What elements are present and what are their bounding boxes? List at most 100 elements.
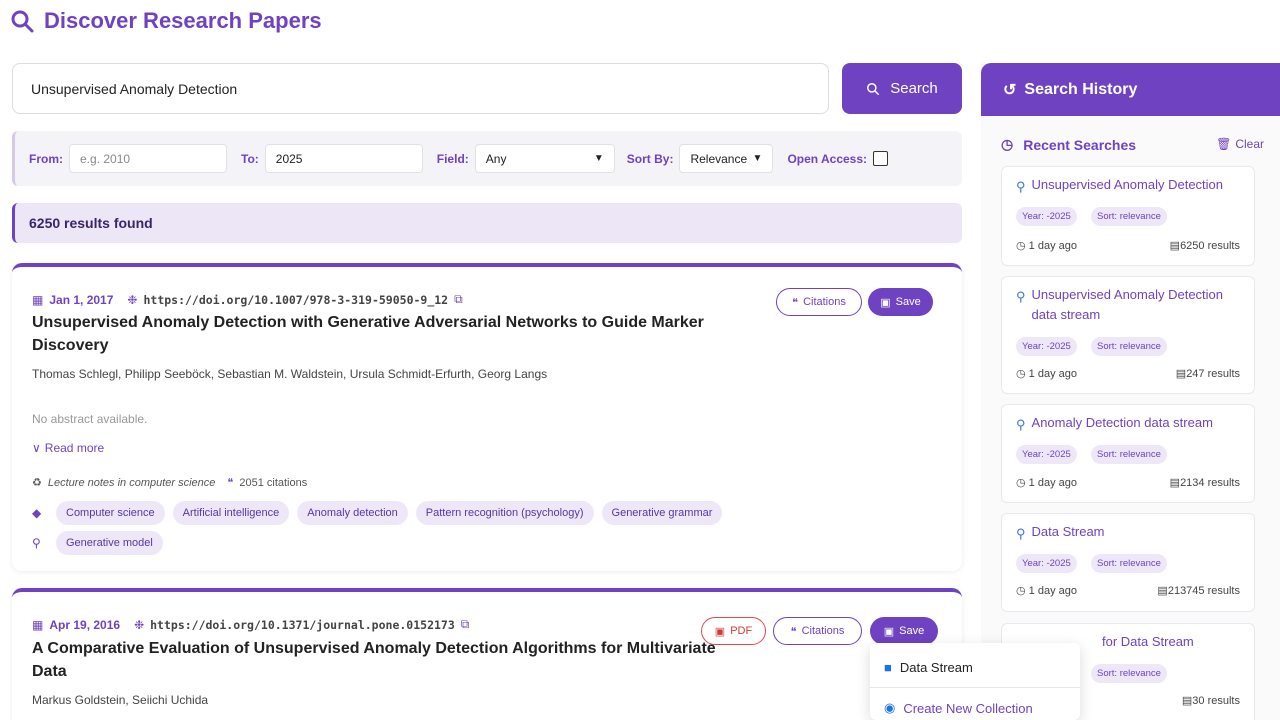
bookmark-icon: ▣: [883, 625, 895, 638]
history-query[interactable]: ⚲ Anomaly Detection data stream: [1016, 413, 1246, 435]
search-icon: ⚲: [1016, 417, 1026, 432]
history-time: ◷ 1 day ago: [1016, 585, 1077, 597]
search-history-header: ↺ Search History: [981, 63, 1280, 116]
calendar-icon: ▦: [32, 617, 44, 632]
quote-icon: ❝: [792, 296, 799, 309]
history-stats: ◷ 1 day ago ▤247 results: [1016, 367, 1240, 380]
from-year-input[interactable]: e.g. 2010: [69, 144, 227, 173]
paper-doi[interactable]: https://doi.org/10.1371/journal.pone.015…: [150, 618, 455, 632]
results-count: 6250 results found: [12, 203, 962, 243]
paper-card: ▦ Jan 1, 2017 ❉ https://doi.org/10.1007/…: [12, 263, 962, 571]
topic-tag[interactable]: Computer science: [56, 501, 165, 525]
globe-icon: ❉: [134, 617, 145, 632]
keyword-tag[interactable]: Generative model: [56, 531, 163, 555]
plus-circle-icon: ◉: [884, 700, 896, 715]
page-title: Discover Research Papers: [10, 8, 322, 34]
page-title-text: Discover Research Papers: [44, 8, 322, 33]
topic-tag[interactable]: Pattern recognition (psychology): [415, 501, 594, 525]
paper-date: Jan 1, 2017: [49, 292, 114, 307]
field-select[interactable]: Any ▼: [474, 144, 615, 173]
history-pills: Sort: relevance: [1091, 664, 1241, 684]
history-item[interactable]: ⚲ Anomaly Detection data stream Year: -20…: [1001, 404, 1255, 503]
folder-icon: ■: [884, 660, 892, 675]
quote-icon: ❝: [227, 477, 234, 489]
recent-searches-label: ◷ Recent Searches: [1001, 136, 1137, 153]
citations-button[interactable]: ❝ Citations: [773, 617, 862, 645]
paper-venue: ♻ Lecture notes in computer science ❝ 20…: [32, 476, 308, 490]
chevron-down-icon: ∨: [32, 441, 41, 455]
history-stats: ◷ 1 day ago ▤6250 results: [1016, 239, 1240, 252]
bookmark-icon: ▣: [880, 296, 891, 309]
copy-icon[interactable]: ⧉: [461, 617, 470, 632]
history-results: ▤213745 results: [1157, 585, 1240, 597]
history-query[interactable]: ⚲ Unsupervised Anomaly Detection data str…: [1016, 285, 1246, 325]
year-pill: Year: -2025: [1016, 554, 1077, 573]
chevron-down-icon: ▼: [593, 153, 604, 164]
open-access-checkbox[interactable]: [873, 151, 889, 166]
sort-select[interactable]: Relevance ▼: [679, 144, 774, 173]
history-results: ▤2134 results: [1169, 477, 1240, 489]
history-query[interactable]: ⚲ Data Stream: [1016, 522, 1246, 544]
filter-bar: From: e.g. 2010 To: 2025 Field: Any ▼ Sor…: [12, 131, 962, 186]
paper-meta: ▦ Jan 1, 2017 ❉ https://doi.org/10.1007/…: [32, 292, 463, 307]
search-button[interactable]: Search: [842, 63, 962, 114]
topic-tag[interactable]: Artificial intelligence: [172, 501, 290, 525]
paper-authors: Markus Goldstein, Seiichi Uchida: [32, 693, 209, 707]
history-results: ▤247 results: [1175, 368, 1240, 380]
history-query[interactable]: for Data Stream: [1102, 632, 1242, 652]
create-collection-button[interactable]: ◉ Create New Collection: [884, 700, 1033, 716]
history-item[interactable]: ⚲ Unsupervised Anomaly Detection Year: -2…: [1001, 166, 1255, 266]
paper-doi[interactable]: https://doi.org/10.1007/978-3-319-59050-…: [143, 293, 448, 307]
save-button[interactable]: ▣ Save: [868, 288, 933, 316]
sort-label: Sort By:: [626, 151, 674, 166]
search-history-panel: ↺ Search History ◷ Recent Searches 🗑 Cle…: [981, 63, 1280, 720]
year-pill: Year: -2025: [1016, 337, 1077, 356]
search-input[interactable]: Unsupervised Anomaly Detection: [12, 63, 829, 114]
history-query[interactable]: ⚲ Unsupervised Anomaly Detection: [1016, 175, 1246, 197]
history-pills: Year: -2025 Sort: relevance: [1016, 554, 1246, 574]
citations-button[interactable]: ❝ Citations: [776, 288, 862, 316]
sort-pill: Sort: relevance: [1091, 554, 1167, 573]
history-time: ◷ 1 day ago: [1016, 368, 1077, 380]
calendar-icon: ▦: [32, 292, 44, 307]
paper-authors: Thomas Schlegl, Philipp Seeböck, Sebasti…: [32, 367, 548, 381]
history-item[interactable]: ⚲ Unsupervised Anomaly Detection data str…: [1001, 276, 1255, 394]
from-label: From:: [29, 151, 63, 166]
copy-icon[interactable]: ⧉: [454, 292, 463, 307]
chevron-down-icon: ▼: [752, 153, 763, 164]
topic-tag[interactable]: Generative grammar: [601, 501, 723, 525]
field-label: Field:: [436, 151, 469, 166]
save-collection-dropdown: ■ Data Stream ◉ Create New Collection: [870, 643, 1080, 720]
keyword-tags: ⚲ Generative model: [32, 531, 163, 555]
paper-date: Apr 19, 2016: [49, 617, 121, 632]
clock-icon: ◷: [1001, 136, 1014, 152]
history-results: ▤6250 results: [1169, 240, 1240, 252]
history-pills: Year: -2025 Sort: relevance: [1016, 337, 1246, 357]
globe-icon: ❉: [127, 292, 138, 307]
to-label: To:: [241, 151, 259, 166]
save-button[interactable]: ▣ Save: [870, 617, 938, 645]
history-pills: Year: -2025 Sort: relevance: [1016, 207, 1246, 227]
institution-icon: ♻: [32, 477, 42, 489]
sort-pill: Sort: relevance: [1091, 445, 1167, 464]
collection-item[interactable]: ■ Data Stream: [884, 660, 973, 675]
to-year-input[interactable]: 2025: [264, 144, 423, 173]
history-stats: ◷ 1 day ago ▤213745 results: [1016, 584, 1240, 597]
paper-title[interactable]: A Comparative Evaluation of Unsupervised…: [32, 637, 732, 683]
read-more-link[interactable]: ∨ Read more: [32, 441, 104, 455]
sort-pill: Sort: relevance: [1091, 207, 1167, 226]
paper-title[interactable]: Unsupervised Anomaly Detection with Gene…: [32, 311, 732, 357]
history-time: ◷ 1 day ago: [1016, 477, 1077, 489]
history-item[interactable]: ⚲ Data Stream Year: -2025 Sort: relevance…: [1001, 513, 1255, 612]
topic-tag[interactable]: Anomaly detection: [297, 501, 408, 525]
year-pill: Year: -2025: [1016, 207, 1077, 226]
open-access-label: Open Access:: [787, 151, 868, 166]
history-stats: ◷ 1 day ago ▤2134 results: [1016, 476, 1240, 489]
search-icon: [11, 10, 34, 33]
quote-icon: ❝: [790, 625, 797, 638]
key-icon: ⚲: [32, 536, 41, 550]
search-icon: [867, 82, 880, 95]
clear-history-button[interactable]: 🗑 Clear: [1216, 137, 1264, 151]
sort-pill: Sort: relevance: [1091, 664, 1167, 683]
search-icon: ⚲: [1016, 289, 1026, 304]
